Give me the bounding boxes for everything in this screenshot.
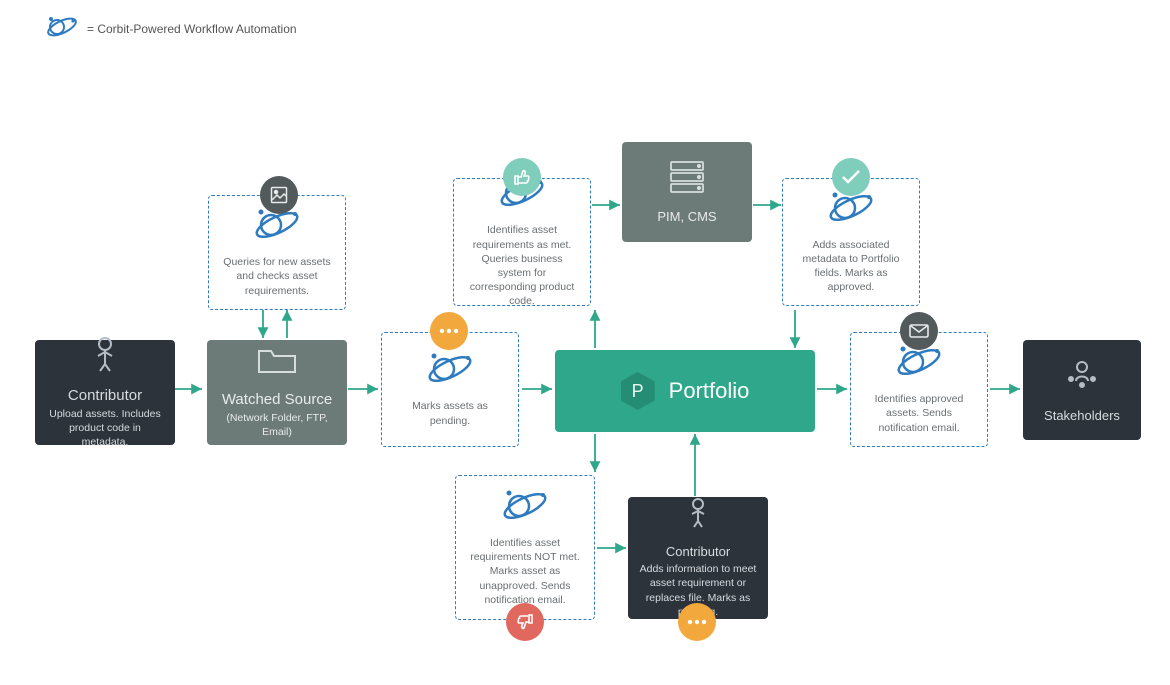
node-portfolio: P Portfolio [555,350,815,432]
person-icon [90,336,120,377]
ellipsis-badge-icon [678,603,716,641]
corbit-icon [893,344,945,385]
node-req-not-met: Identifies asset requirements NOT met. M… [455,475,595,620]
node-sub: Identifies asset requirements NOT met. M… [466,536,584,607]
check-badge-icon [832,158,870,196]
corbit-icon [499,488,551,529]
person-icon [685,497,711,534]
mail-badge-icon [900,312,938,350]
node-sub: (Network Folder, FTP, Email) [217,411,337,439]
node-sub: Adds associated metadata to Portfolio fi… [793,238,909,295]
image-badge-icon [260,176,298,214]
legend: = Corbit-Powered Workflow Automation [45,15,297,42]
node-watched-source: Watched Source (Network Folder, FTP, Ema… [207,340,347,445]
node-stakeholders: Stakeholders [1023,340,1141,440]
node-contributor: Contributor Upload assets. Includes prod… [35,340,175,445]
node-title: Watched Source [222,391,332,408]
node-pim-cms: PIM, CMS [622,142,752,242]
server-icon [667,160,707,199]
node-title: Contributor [666,544,730,559]
node-sub: Marks assets as pending. [392,399,508,427]
node-title: Contributor [68,387,142,404]
node-sub: Upload assets. Includes product code in … [45,407,165,450]
node-title: Portfolio [669,378,750,404]
node-title: PIM, CMS [657,209,716,224]
folder-icon [256,346,298,381]
node-title: Stakeholders [1044,408,1120,423]
node-req-met: Identifies asset requirements as met. Qu… [453,178,591,306]
thumbs-up-badge-icon [503,158,541,196]
ellipsis-badge-icon [430,312,468,350]
thumbs-down-badge-icon [506,603,544,641]
node-adds-metadata: Adds associated metadata to Portfolio fi… [782,178,920,306]
node-contributor-2: Contributor Adds information to meet ass… [628,497,768,619]
corbit-icon [45,15,79,42]
legend-text: = Corbit-Powered Workflow Automation [87,22,297,36]
node-sub: Identifies asset requirements as met. Qu… [464,223,580,308]
portfolio-hex-icon: P [621,372,655,410]
corbit-icon [424,351,476,392]
node-sub: Queries for new assets and checks asset … [219,255,335,298]
node-sub: Identifies approved assets. Sends notifi… [861,392,977,435]
stakeholder-icon [1064,357,1100,398]
